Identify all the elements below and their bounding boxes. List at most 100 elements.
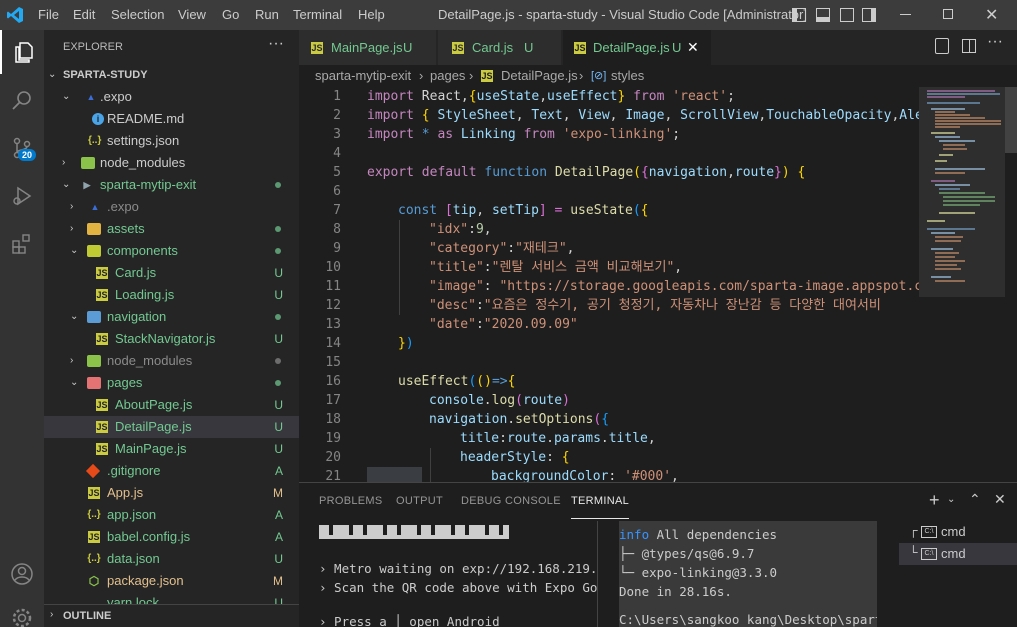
git-status: U	[274, 552, 283, 566]
tree-item-yarn-lock[interactable]: yarn.lock U	[44, 592, 299, 604]
panel-tab-terminal[interactable]: TERMINAL	[571, 483, 630, 519]
menu-run[interactable]: Run	[255, 0, 279, 30]
tree-item-babel-config[interactable]: JS babel.config.js A	[44, 526, 299, 548]
menu-view[interactable]: View	[178, 0, 206, 30]
breadcrumb: sparta-mytip-exit › pages › JS DetailPag…	[299, 65, 919, 87]
git-status: U	[274, 596, 283, 604]
toggle-secondary-sidebar-icon[interactable]	[840, 8, 854, 22]
tree-label: Loading.js	[115, 287, 175, 302]
workspace-root[interactable]: ⌄ SPARTA-STUDY	[44, 64, 299, 86]
code-line-3: import * as Linking from 'expo-linking';	[367, 127, 681, 142]
folder-icon: ▶	[83, 180, 91, 190]
tree-item-settings-json[interactable]: {..} settings.json	[44, 130, 299, 152]
js-file-icon: JS	[96, 421, 108, 433]
breadcrumb-file[interactable]: DetailPage.js	[501, 65, 578, 87]
tab-card[interactable]: JS Card.js U	[438, 30, 562, 65]
tree-item-node-modules[interactable]: › node_modules	[44, 152, 299, 174]
tree-label: Card.js	[115, 265, 157, 280]
search-icon[interactable]	[0, 78, 44, 122]
line-number: 15	[325, 355, 341, 370]
editor-more-icon[interactable]: ···	[987, 33, 1003, 51]
chevron-down-icon[interactable]: ⌄	[947, 494, 955, 505]
tree-item-stacknavigator-js[interactable]: JS StackNavigator.js U	[44, 328, 299, 350]
tab-detailpage[interactable]: JS DetailPage.js U ✕	[563, 30, 711, 65]
tab-close-icon[interactable]: ✕	[687, 30, 699, 65]
tree-item-navigation[interactable]: ⌄ navigation	[44, 306, 299, 328]
modified-dot	[275, 226, 281, 232]
code-line-13: "date":"2020.09.09"	[429, 317, 578, 332]
extensions-icon[interactable]	[0, 222, 44, 266]
panel-tab-problems[interactable]: PROBLEMS	[319, 483, 383, 519]
menu-go[interactable]: Go	[222, 0, 239, 30]
tree-item-app-json[interactable]: {..} app.json A	[44, 504, 299, 526]
tree-item-pages[interactable]: ⌄ pages	[44, 372, 299, 394]
tree-item-app-js[interactable]: JS App.js M	[44, 482, 299, 504]
js-file-icon: JS	[96, 333, 108, 345]
open-changes-icon[interactable]	[935, 38, 949, 54]
minimize-icon[interactable]	[900, 14, 911, 15]
code-line-1: import React,{useState,useEffect} from '…	[367, 89, 735, 104]
maximize-panel-icon[interactable]: ⌃	[969, 491, 981, 508]
run-debug-icon[interactable]	[0, 174, 44, 218]
tree-item-card-js[interactable]: JS Card.js U	[44, 262, 299, 284]
modified-dot	[275, 358, 281, 364]
line-number: 20	[325, 450, 341, 465]
tree-item-assets[interactable]: › assets	[44, 218, 299, 240]
tree-item-sparta-mytip-exit[interactable]: ⌄ ▶ sparta-mytip-exit	[44, 174, 299, 196]
breadcrumb-symbol[interactable]: styles	[611, 65, 644, 87]
editor-scrollbar[interactable]	[1005, 87, 1017, 153]
modified-dot	[275, 380, 281, 386]
tab-mainpage[interactable]: JS MainPage.js U	[299, 30, 437, 65]
panel-tab-output[interactable]: OUTPUT	[396, 483, 443, 519]
toggle-sidebar-icon[interactable]	[792, 8, 806, 22]
minimap[interactable]	[919, 87, 1017, 482]
code-line-20: headerStyle: {	[460, 450, 570, 465]
panel-tab-debug-console[interactable]: DEBUG CONSOLE	[461, 483, 561, 519]
new-terminal-icon[interactable]: +	[929, 490, 940, 511]
tree-item-mainpage-js[interactable]: JS MainPage.js U	[44, 438, 299, 460]
tree-item-node-modules-sub[interactable]: › node_modules	[44, 350, 299, 372]
account-icon[interactable]	[0, 552, 44, 596]
close-window-icon[interactable]: ✕	[985, 5, 998, 25]
settings-gear-icon[interactable]	[0, 596, 44, 627]
git-status: U	[274, 398, 283, 412]
code-editor[interactable]: 1 2 3 4 5 6 7 8 9 10 11 12 13 14 15 16 1…	[299, 87, 919, 482]
tree-item-detailpage-js[interactable]: JS DetailPage.js U	[44, 416, 299, 438]
menu-edit[interactable]: Edit	[73, 0, 95, 30]
explorer-more-icon[interactable]: ···	[268, 35, 284, 53]
terminal-divider[interactable]	[597, 521, 598, 627]
tree-label: settings.json	[107, 133, 180, 148]
tree-item-data-json[interactable]: {..} data.json U	[44, 548, 299, 570]
tree-item-loading-js[interactable]: JS Loading.js U	[44, 284, 299, 306]
tree-item-package-json[interactable]: ⬡ package.json M	[44, 570, 299, 592]
toggle-panel-icon[interactable]	[816, 8, 830, 22]
tree-item-expo[interactable]: ⌄ ▲ .expo	[44, 86, 299, 108]
close-panel-icon[interactable]: ✕	[994, 491, 1006, 508]
tree-label: .gitignore	[107, 463, 161, 478]
terminal-list-item-active[interactable]: └ C:\ cmd	[899, 543, 1017, 565]
breadcrumb-folder[interactable]: sparta-mytip-exit	[315, 65, 411, 87]
explorer-icon[interactable]	[0, 30, 44, 74]
tree-item-expo-sub[interactable]: › ▲ .expo	[44, 196, 299, 218]
split-editor-icon[interactable]	[962, 39, 976, 53]
source-control-badge: 20	[18, 149, 37, 161]
menu-selection[interactable]: Selection	[111, 0, 164, 30]
js-file-icon: JS	[481, 70, 493, 82]
tree-item-readme[interactable]: i README.md	[44, 108, 299, 130]
maximize-icon[interactable]	[943, 9, 953, 19]
source-control-icon[interactable]: 20	[0, 126, 44, 170]
outline-section[interactable]: › OUTLINE	[44, 604, 299, 627]
terminal-list-item[interactable]: ┌ C:\ cmd	[899, 521, 1017, 543]
menu-file[interactable]: File	[38, 0, 59, 30]
line-number: 1	[333, 89, 341, 104]
tree-item-aboutpage-js[interactable]: JS AboutPage.js U	[44, 394, 299, 416]
tree-label: DetailPage.js	[115, 419, 192, 434]
customize-layout-icon[interactable]	[862, 8, 876, 22]
breadcrumb-pages[interactable]: pages	[430, 65, 465, 87]
terminal-left[interactable]: › Metro waiting on exp://192.168.219.1 ›…	[313, 521, 597, 627]
menu-help[interactable]: Help	[358, 0, 385, 30]
terminal-right[interactable]: info info All dependencies ├─ @types/qs@…	[619, 521, 877, 627]
tree-item-components[interactable]: ⌄ components	[44, 240, 299, 262]
menu-terminal[interactable]: Terminal	[293, 0, 342, 30]
tree-item-gitignore[interactable]: .gitignore A	[44, 460, 299, 482]
